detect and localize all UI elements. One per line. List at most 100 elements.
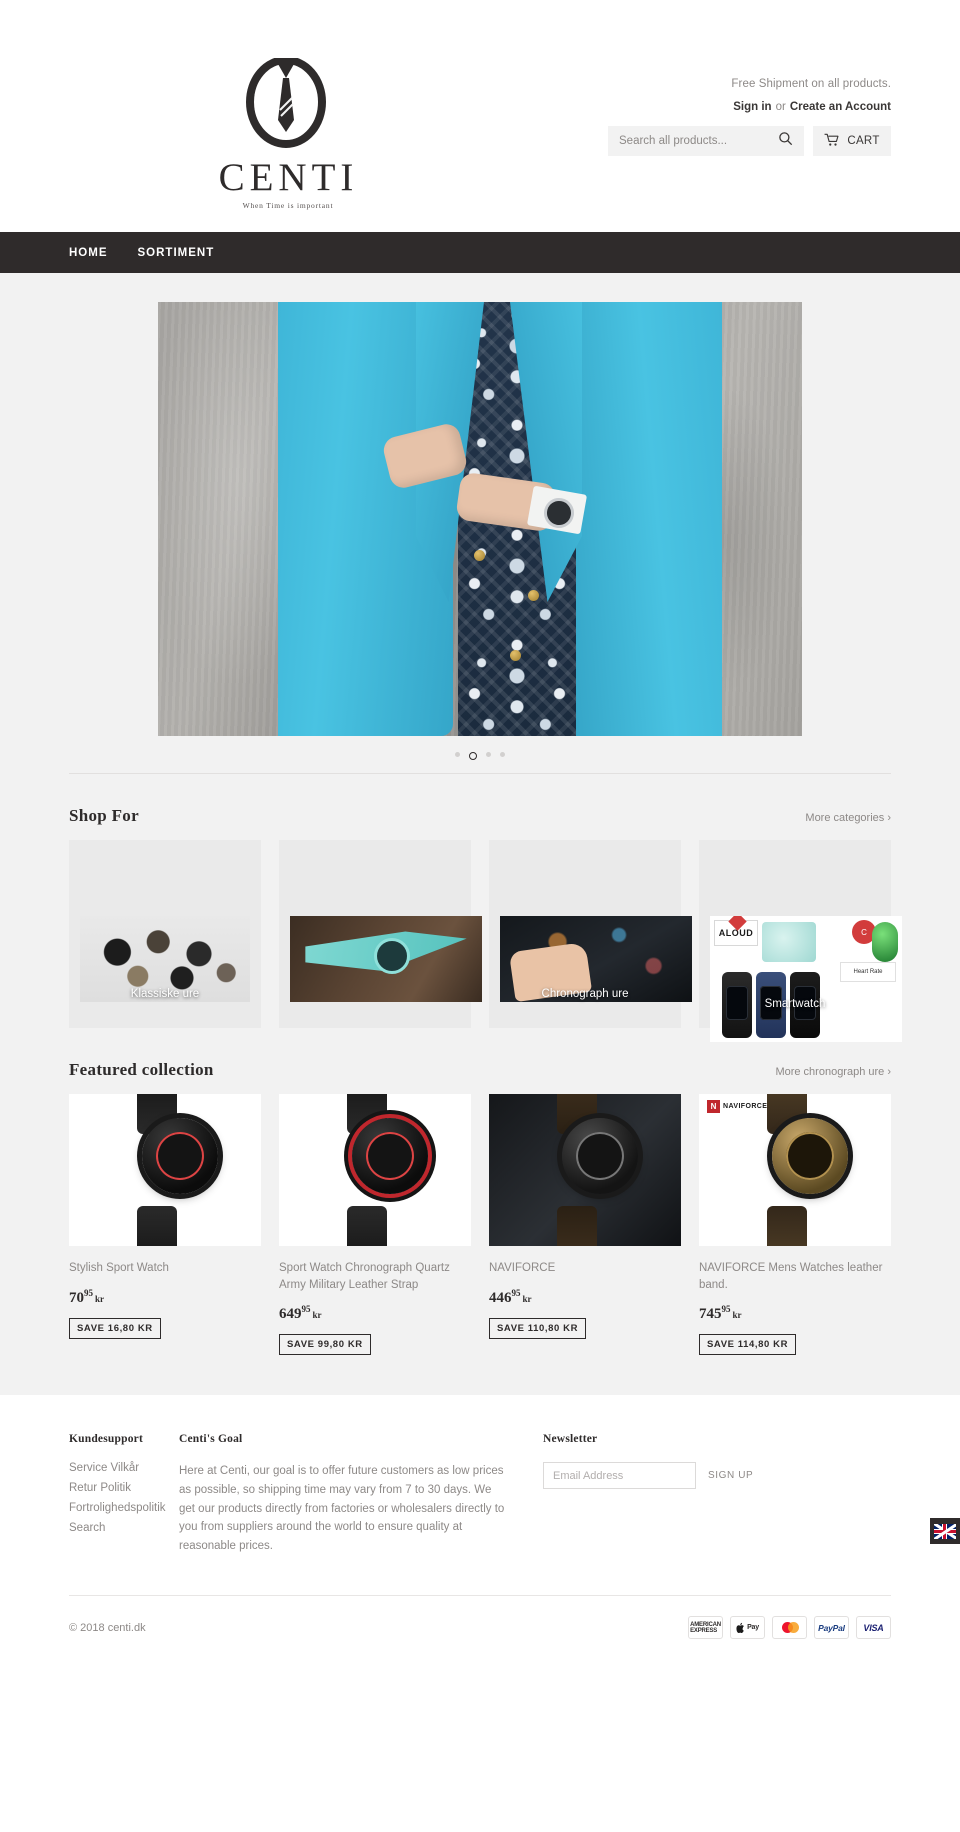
product-card[interactable]: N NAVIFORCE NAVIFORCE Mens Watches leath… — [699, 1094, 891, 1356]
save-badge: SAVE 99,80 KR — [279, 1334, 371, 1356]
create-account-link[interactable]: Create an Account — [790, 101, 891, 113]
product-title: NAVIFORCE — [489, 1262, 556, 1274]
search-input[interactable] — [619, 135, 778, 147]
payment-icon-paypal: PayPal — [814, 1616, 849, 1640]
cart-button[interactable]: CART — [813, 126, 891, 156]
copyright-text: © 2018 centi.dk — [69, 1621, 146, 1634]
category-card-smartwatch[interactable]: ALOUD C Heart Rate Smartwatch — [699, 840, 902, 1042]
site-logo[interactable]: CENTI When Time is important — [211, 56, 361, 210]
price-main: 649 — [279, 1306, 302, 1323]
product-card[interactable]: NAVIFORCE 44695kr SAVE 110,80 KR — [489, 1094, 681, 1355]
payment-icon-apple-pay: Pay — [730, 1616, 765, 1640]
product-image[interactable]: N NAVIFORCE — [699, 1094, 891, 1246]
carousel-dot-4[interactable] — [500, 752, 505, 757]
product-image[interactable] — [69, 1094, 261, 1246]
product-title: Sport Watch Chronograph Quartz Army Mili… — [279, 1262, 450, 1291]
naviforce-logo-icon: N — [707, 1100, 720, 1113]
more-chronograph-link[interactable]: More chronograph ure › — [775, 1066, 891, 1078]
price-cents: 95 — [84, 1287, 93, 1298]
shop-for-title: Shop For — [69, 806, 139, 825]
product-image[interactable] — [279, 1094, 471, 1246]
product-price: 64995kr — [279, 1304, 471, 1323]
newsletter-email-input[interactable] — [543, 1462, 696, 1490]
category-thumbnail: ALOUD C Heart Rate — [710, 916, 902, 1042]
save-badge: SAVE 16,80 KR — [69, 1317, 161, 1339]
cart-icon — [824, 133, 840, 150]
product-price: 44695kr — [489, 1288, 681, 1307]
price-cents: 95 — [721, 1304, 731, 1315]
goal-text: Here at Centi, our goal is to offer futu… — [179, 1465, 505, 1552]
shop-for-section: Shop For More categories › Klassiske ure… — [69, 774, 902, 1042]
category-card-klassiske-ure[interactable]: Klassiske ure — [69, 840, 261, 1028]
search-box[interactable] — [608, 126, 804, 156]
site-header: CENTI When Time is important Free Shipme… — [0, 0, 960, 232]
site-footer: Kundesupport Service Vilkår Retur Politi… — [0, 1395, 960, 1666]
product-card[interactable]: Sport Watch Chronograph Quartz Army Mili… — [279, 1094, 471, 1356]
logo-wordmark: CENTI — [218, 156, 359, 199]
footer-link-retur-politik[interactable]: Retur Politik — [69, 1482, 179, 1494]
header-utility: Free Shipment on all products. Sign in or… — [471, 78, 891, 113]
product-title: Stylish Sport Watch — [69, 1262, 169, 1274]
naviforce-wordmark: NAVIFORCE — [723, 1103, 768, 1110]
category-grid: Klassiske ure Chronograph ure ALOUD C He… — [69, 840, 902, 1042]
product-title: NAVIFORCE Mens Watches leather band. — [699, 1262, 883, 1291]
newsletter-heading: Newsletter — [543, 1433, 598, 1446]
support-heading: Kundesupport — [69, 1433, 143, 1446]
brand-badge-aloud: ALOUD — [714, 916, 758, 946]
category-label: Smartwatch — [764, 998, 826, 1010]
category-card-chronograph-ure[interactable]: Chronograph ure — [489, 840, 692, 1028]
newsletter-signup-button[interactable]: SIGN UP — [696, 1462, 765, 1489]
payment-methods: AMERICAN EXPRESS Pay PayPal VISA — [688, 1616, 891, 1640]
product-price: 7095kr — [69, 1288, 261, 1307]
goal-heading: Centi's Goal — [179, 1433, 243, 1446]
payment-icon-american-express: AMERICAN EXPRESS — [688, 1616, 723, 1640]
sign-in-link[interactable]: Sign in — [733, 101, 771, 113]
price-main: 70 — [69, 1289, 84, 1306]
nav-item-home[interactable]: HOME — [69, 247, 108, 259]
featured-collection-section: Featured collection More chronograph ure… — [69, 1028, 891, 1356]
price-main: 745 — [699, 1306, 722, 1323]
logo-tagline: When Time is important — [242, 201, 334, 210]
cart-label: CART — [847, 135, 880, 147]
price-cents: 95 — [511, 1287, 521, 1298]
main-navigation: HOME SORTIMENT — [0, 232, 960, 273]
save-badge: SAVE 114,80 KR — [699, 1334, 797, 1356]
category-card-straps[interactable] — [279, 840, 482, 1028]
carousel-dot-1[interactable] — [455, 752, 460, 757]
carousel-dot-2[interactable] — [469, 752, 477, 760]
footer-bottom-bar: © 2018 centi.dk AMERICAN EXPRESS Pay PayP… — [69, 1595, 891, 1665]
payment-icon-mastercard — [772, 1616, 807, 1640]
footer-support-column: Kundesupport Service Vilkår Retur Politi… — [69, 1433, 179, 1555]
footer-link-fortrolighedspolitik[interactable]: Fortrolighedspolitik — [69, 1502, 179, 1514]
footer-link-service-vilkar[interactable]: Service Vilkår — [69, 1462, 179, 1474]
search-icon[interactable] — [778, 131, 793, 151]
footer-link-search[interactable]: Search — [69, 1522, 179, 1534]
save-badge: SAVE 110,80 KR — [489, 1317, 587, 1339]
header-search-row: CART — [608, 126, 891, 156]
price-cents: 95 — [301, 1304, 311, 1315]
page-root: CENTI When Time is important Free Shipme… — [0, 0, 960, 1666]
carousel-dot-3[interactable] — [486, 752, 491, 757]
language-switcher[interactable] — [930, 1518, 960, 1544]
hero-slide-image[interactable] — [158, 302, 802, 736]
price-currency: kr — [522, 1293, 532, 1304]
product-price: 74595kr — [699, 1304, 891, 1323]
more-categories-link[interactable]: More categories › — [805, 812, 891, 824]
hero-carousel — [0, 273, 960, 774]
footer-newsletter-column: Newsletter SIGN UP — [509, 1433, 891, 1555]
product-image[interactable] — [489, 1094, 681, 1246]
or-separator: or — [775, 101, 786, 113]
price-currency: kr — [732, 1310, 742, 1321]
shipping-note: Free Shipment on all products. — [731, 78, 891, 90]
payment-icon-visa: VISA — [856, 1616, 891, 1640]
price-currency: kr — [312, 1310, 322, 1321]
product-card[interactable]: Stylish Sport Watch 7095kr SAVE 16,80 KR — [69, 1094, 261, 1355]
category-label: Klassiske ure — [130, 988, 200, 1000]
nav-item-sortiment[interactable]: SORTIMENT — [138, 247, 215, 259]
main-content: Shop For More categories › Klassiske ure… — [0, 273, 960, 1396]
price-main: 446 — [489, 1289, 512, 1306]
heart-rate-callout: Heart Rate — [840, 962, 896, 982]
footer-goal-column: Centi's Goal Here at Centi, our goal is … — [179, 1433, 509, 1555]
price-currency: kr — [95, 1293, 104, 1304]
account-links: Sign in or Create an Account — [471, 101, 891, 113]
